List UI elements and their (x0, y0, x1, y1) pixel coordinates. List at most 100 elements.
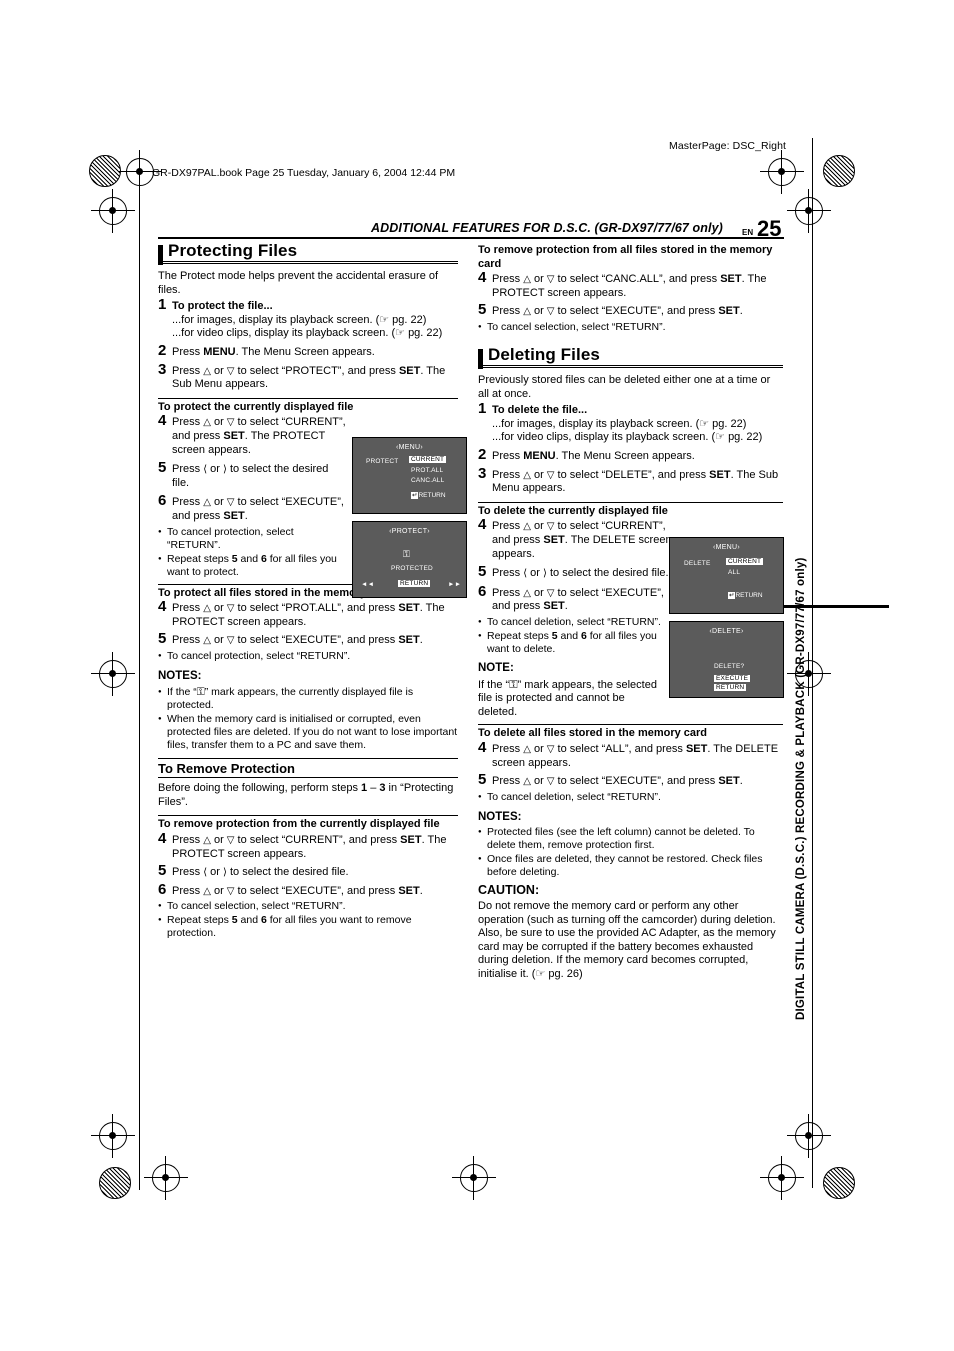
step-number: 5 (158, 630, 167, 648)
registration-target-top-left (89, 155, 121, 187)
s5b-c: to select “EXECUTE”, and press (234, 634, 399, 647)
lcd-protect-prev-arrows-icon: ◄◄ (361, 581, 375, 588)
remove-step-5-all: 5 Press △ or ▽ to select “EXECUTE”, and … (478, 303, 783, 319)
lcd-protect-menu-left-label: PROTECT (366, 458, 399, 465)
bullet-cancel-protection-all: To cancel protection, select “RETURN”. (158, 650, 458, 663)
delete-step-1-title: To delete the file... (492, 404, 588, 417)
remove-dash: – (367, 782, 380, 795)
d5b-c: to select the desired file. (546, 567, 669, 580)
step-2-pre: Press (172, 346, 204, 359)
d2-pre: Press (492, 450, 524, 463)
section-protecting-files: Protecting Files (158, 241, 458, 265)
bullet-repeat-steps-delete: Repeat steps 5 and 6 for all files you w… (478, 630, 662, 656)
lcd-delete-menu-left-label: DELETE (684, 560, 711, 567)
lcd-protect-menu-return: ↵RETURN (411, 491, 446, 499)
up-arrow-icon: △ (523, 274, 531, 286)
repeat2-pre: Repeat steps (167, 914, 232, 927)
delete-step-6-current: 6 Press △ or ▽ to select “EXECUTE”, and … (478, 584, 672, 614)
down-arrow-icon: ▽ (546, 521, 555, 533)
down-arrow-icon: ▽ (226, 635, 235, 647)
protect-step-3: 3 Press △ or ▽ to select “PROTECT”, and … (158, 362, 458, 392)
step-number: 2 (158, 342, 167, 360)
up-arrow-icon: △ (523, 521, 531, 533)
crop-mark-bottom-center (452, 1156, 496, 1200)
d6b-b: or (530, 586, 547, 599)
step-number: 4 (478, 269, 487, 287)
remove-step-6-current: 6 Press △ or ▽ to select “EXECUTE”, and … (158, 880, 458, 899)
d5b-b: or (527, 567, 543, 580)
note-protected-cannot-delete: If the “⚿” mark appears, the selected fi… (478, 678, 658, 720)
up-arrow-icon: △ (523, 587, 531, 599)
section-title-deleting-files: Deleting Files (488, 344, 600, 364)
down-arrow-icon: ▽ (546, 274, 555, 286)
d6b-set: SET (543, 600, 565, 613)
section-title-protecting-files: Protecting Files (168, 241, 298, 260)
r4a-b: or (530, 273, 547, 286)
delete-step-5-all: 5 Press △ or ▽ to select “EXECUTE”, and … (478, 772, 783, 789)
trim-guide-left (139, 168, 140, 1190)
note-protected-mark: If the “⚿” mark appears, the currently d… (158, 686, 458, 712)
protect-step-4-all: 4 Press △ or ▽ to select “PROT.ALL”, and… (158, 599, 458, 629)
step-number: 4 (478, 738, 487, 756)
s5c-b: or (207, 866, 223, 879)
repeat-pre: Repeat steps (167, 552, 232, 565)
step-number: 3 (478, 464, 487, 482)
step-number: 6 (158, 880, 167, 898)
step-3-set: SET (398, 364, 421, 377)
delete-step-1-line-2: ...for video clips, display its playback… (492, 431, 763, 444)
d5c-e: . (739, 775, 743, 788)
s6a-b: or (210, 496, 227, 509)
lcd-protect-status: PROTECTED (391, 565, 433, 572)
lcd-delete-menu-opt2: ALL (728, 569, 741, 576)
r5a-set: SET (718, 305, 740, 318)
remove-protection-rule-bottom (158, 777, 458, 779)
note1-post: ” mark appears, the currently displayed … (167, 685, 414, 711)
page: MasterPage: DSC_Right GR-DX97PAL.book Pa… (0, 0, 954, 1351)
d3-c: to select “DELETE”, and press (554, 468, 710, 481)
delete-step-2: 2 Press MENU. The Menu Screen appears. (478, 446, 783, 464)
s5b-set: SET (398, 634, 420, 647)
d5b-a: Press (492, 567, 524, 580)
header-rule (158, 237, 784, 239)
lcd-protect-lock-icon: ⚿ (403, 550, 411, 560)
step-number: 2 (478, 446, 487, 464)
drepeat-pre: Repeat steps (487, 629, 552, 642)
delete-intro: Previously stored files can be deleted e… (478, 374, 771, 400)
s4a-set: SET (223, 430, 245, 443)
book-file-line: GR-DX97PAL.book Page 25 Tuesday, January… (152, 167, 456, 179)
bullet-repeat-steps: Repeat steps 5 and 6 for all files you w… (158, 553, 337, 579)
registration-target-bottom-right (823, 1167, 855, 1199)
d4c-b: or (530, 742, 547, 755)
lcd-protect-menu: ‹MENU› PROTECT CURRENT PROT.ALL CANC.ALL… (352, 437, 467, 514)
remove-protection-rule-top (158, 757, 458, 759)
crop-mark-bottom-right (760, 1156, 804, 1200)
s5a-a: Press (172, 463, 204, 476)
protect-intro: The Protect mode helps prevent the accid… (158, 270, 439, 296)
d3-a: Press (492, 468, 524, 481)
up-arrow-icon: △ (523, 306, 531, 318)
bullet-cancel-deletion-all: To cancel deletion, select “RETURN”. (478, 791, 783, 804)
d3-set: SET (709, 468, 731, 481)
repeat-mid: and (237, 552, 261, 565)
bullet-cancel-selection-right: To cancel selection, select “RETURN”. (478, 321, 783, 334)
delete-step-3: 3 Press △ or ▽ to select “DELETE”, and p… (478, 464, 783, 496)
bullet-cancel-protection: To cancel protection, select “RETURN”. (158, 526, 337, 552)
step-1-line-2: ...for video clips, display its playback… (172, 327, 443, 340)
up-arrow-icon: △ (203, 603, 211, 615)
lcd-protect-menu-opt2: PROT.ALL (411, 467, 444, 474)
lcd-delete-execute-button: EXECUTE (714, 675, 751, 682)
lcd-protect-screen-title: ‹PROTECT› (389, 528, 430, 535)
s4b-c: to select “PROT.ALL”, and press (234, 602, 399, 615)
d5c-set: SET (718, 775, 740, 788)
down-arrow-icon: ▽ (546, 306, 555, 318)
s5a-b: or (207, 463, 223, 476)
s4c-a: Press (172, 833, 204, 846)
step-1-line-1: ...for images, display its playback scre… (172, 313, 427, 326)
s4a-b: or (210, 416, 227, 429)
trim-guide-right (812, 138, 813, 1188)
lcd-delete-screen-title: ‹DELETE› (709, 628, 744, 635)
lcd-delete-menu-title: ‹MENU› (712, 544, 741, 551)
side-tab-text: DIGITAL STILL CAMERA (D.S.C.) RECORDING … (795, 557, 807, 1020)
s4b-set: SET (398, 602, 420, 615)
s5b-e: . (419, 634, 423, 647)
